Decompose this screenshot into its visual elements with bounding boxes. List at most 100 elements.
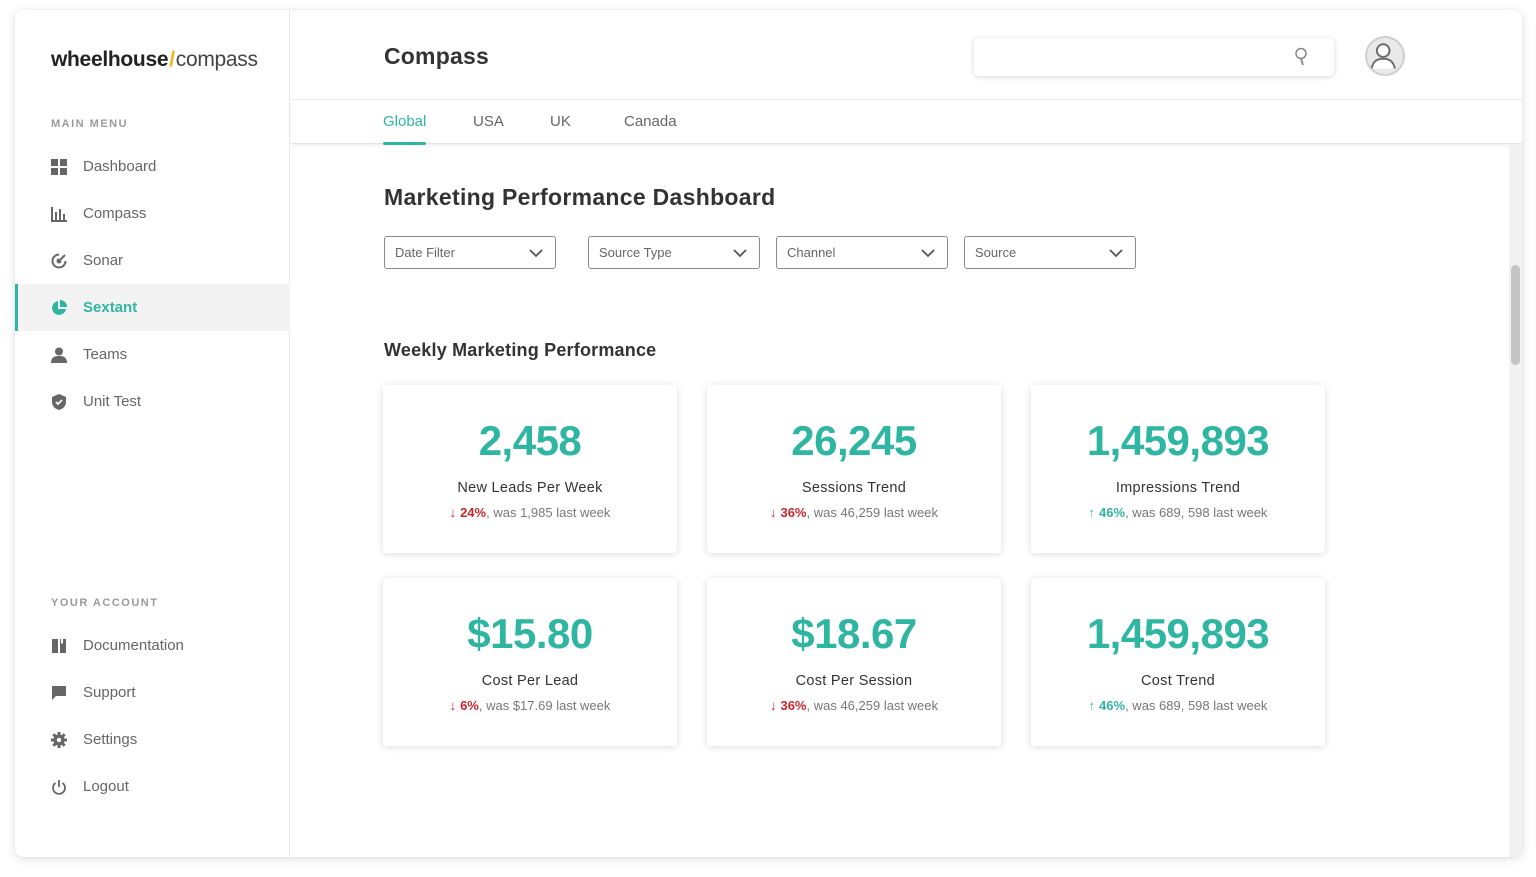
- top-header: Compass: [291, 10, 1522, 100]
- chevron-down-icon: [1109, 249, 1123, 258]
- search-icon[interactable]: [1294, 47, 1310, 67]
- gear-icon: [51, 731, 67, 748]
- metric-label: Cost Per Lead: [481, 673, 579, 689]
- source-type-select[interactable]: Source Type: [588, 236, 760, 269]
- scrollbar-thumb[interactable]: [1511, 265, 1520, 365]
- metric-value: 2,458: [478, 417, 582, 464]
- sidebar-item-label: Sextant: [83, 299, 138, 316]
- sidebar-item-support[interactable]: Support: [15, 669, 290, 716]
- chevron-down-icon: [921, 249, 935, 258]
- metric-change: ↓ 6%, was $17.69 last week: [383, 698, 677, 713]
- metric-card-impressions[interactable]: 1,459,893 Impressions Trend ↑ 46%, was 68…: [1031, 385, 1325, 553]
- metric-value: $15.80: [467, 610, 593, 657]
- shield-icon: [51, 393, 67, 410]
- change-percent: 24%: [460, 505, 487, 520]
- source-select[interactable]: Source: [964, 236, 1136, 269]
- dashboard-icon: [51, 158, 67, 175]
- tab-global[interactable]: Global: [383, 113, 427, 145]
- power-icon: [51, 779, 67, 795]
- date-filter-select[interactable]: Date Filter: [384, 236, 556, 269]
- avatar[interactable]: [1365, 36, 1405, 76]
- sidebar-item-teams[interactable]: Teams: [15, 331, 290, 378]
- sonar-icon: [51, 252, 67, 269]
- search-input[interactable]: [974, 38, 1274, 76]
- metric-label: Impressions Trend: [1115, 480, 1241, 496]
- avatar-icon: [1370, 43, 1396, 69]
- arrow-up-icon: ↑: [1088, 505, 1096, 520]
- search-box[interactable]: [974, 38, 1334, 76]
- logo[interactable]: wheelhouse/compass: [51, 48, 258, 72]
- user-icon: [51, 347, 67, 363]
- sidebar-item-sonar[interactable]: Sonar: [15, 237, 290, 284]
- metric-value: 1,459,893: [1086, 417, 1270, 464]
- change-detail: , was 689, 598 last week: [1125, 698, 1268, 713]
- change-detail: , was $17.69 last week: [478, 698, 611, 713]
- sidebar-item-logout[interactable]: Logout: [15, 763, 290, 810]
- metric-value: 1,459,893: [1086, 610, 1270, 657]
- metric-change: ↓ 36%, was 46,259 last week: [707, 505, 1001, 520]
- your-account-label: YOUR ACCOUNT: [51, 597, 159, 609]
- metric-label: Cost Trend: [1141, 673, 1215, 689]
- metric-card-cost-per-lead[interactable]: $15.80 Cost Per Lead ↓ 6%, was $17.69 las…: [383, 578, 677, 746]
- tab-uk[interactable]: UK: [550, 113, 571, 130]
- page-title: Marketing Performance Dashboard: [384, 184, 776, 210]
- filter-label: Source: [975, 245, 1017, 260]
- sidebar-item-label: Sonar: [83, 252, 124, 269]
- sidebar-item-label: Unit Test: [83, 393, 142, 410]
- change-detail: , was 46,259 last week: [806, 505, 939, 520]
- sidebar: wheelhouse/compass MAIN MENU Dashboard C…: [15, 10, 290, 857]
- metric-card-sessions[interactable]: 26,245 Sessions Trend ↓ 36%, was 46,259 l…: [707, 385, 1001, 553]
- change-percent: 6%: [460, 698, 479, 713]
- sidebar-item-unit-test[interactable]: Unit Test: [15, 378, 290, 425]
- metric-change: ↑ 46%, was 689, 598 last week: [1031, 698, 1325, 713]
- sidebar-item-label: Teams: [83, 346, 128, 363]
- sidebar-item-dashboard[interactable]: Dashboard: [15, 143, 290, 190]
- tab-usa[interactable]: USA: [473, 113, 504, 130]
- region-tabs: Global USA UK Canada: [291, 101, 1522, 145]
- change-percent: 36%: [780, 505, 807, 520]
- metric-label: Cost Per Session: [795, 673, 913, 689]
- tab-canada[interactable]: Canada: [624, 113, 677, 130]
- arrow-up-icon: ↑: [1088, 698, 1096, 713]
- metric-card-new-leads[interactable]: 2,458 New Leads Per Week ↓ 24%, was 1,985…: [383, 385, 677, 553]
- chevron-down-icon: [733, 249, 747, 258]
- change-detail: , was 1,985 last week: [486, 505, 611, 520]
- change-detail: , was 46,259 last week: [806, 698, 939, 713]
- book-icon: [51, 638, 67, 654]
- change-percent: 36%: [780, 698, 807, 713]
- metric-change: ↑ 46%, was 689, 598 last week: [1031, 505, 1325, 520]
- chat-icon: [51, 685, 67, 701]
- metric-change: ↓ 24%, was 1,985 last week: [383, 505, 677, 520]
- sidebar-item-documentation[interactable]: Documentation: [15, 622, 290, 669]
- arrow-down-icon: ↓: [769, 698, 777, 713]
- metric-card-cost-per-session[interactable]: $18.67 Cost Per Session ↓ 36%, was 46,259…: [707, 578, 1001, 746]
- metric-value: 26,245: [791, 417, 917, 464]
- filter-label: Date Filter: [395, 245, 455, 260]
- logo-slash: /: [169, 48, 175, 71]
- change-percent: 46%: [1099, 505, 1126, 520]
- scrollbar-track[interactable]: [1509, 144, 1522, 857]
- sidebar-item-sextant[interactable]: Sextant: [15, 284, 290, 331]
- filter-label: Source Type: [599, 245, 672, 260]
- sidebar-item-label: Compass: [83, 205, 147, 222]
- logo-wheelhouse: wheelhouse: [51, 48, 169, 71]
- main-menu-label: MAIN MENU: [51, 118, 129, 130]
- arrow-down-icon: ↓: [449, 698, 457, 713]
- sidebar-item-label: Support: [83, 684, 136, 701]
- metric-label: New Leads Per Week: [457, 480, 603, 496]
- sidebar-item-settings[interactable]: Settings: [15, 716, 290, 763]
- channel-select[interactable]: Channel: [776, 236, 948, 269]
- metric-card-cost-trend[interactable]: 1,459,893 Cost Trend ↑ 46%, was 689, 598 …: [1031, 578, 1325, 746]
- arrow-down-icon: ↓: [769, 505, 777, 520]
- metric-value: $18.67: [791, 610, 917, 657]
- sidebar-item-compass[interactable]: Compass: [15, 190, 290, 237]
- arrow-down-icon: ↓: [449, 505, 457, 520]
- sidebar-item-label: Settings: [83, 731, 138, 748]
- bar-chart-icon: [51, 206, 67, 222]
- app-title: Compass: [384, 43, 489, 69]
- sidebar-item-label: Dashboard: [83, 158, 157, 175]
- change-percent: 46%: [1099, 698, 1126, 713]
- section-title: Weekly Marketing Performance: [384, 340, 657, 360]
- pie-chart-icon: [51, 299, 67, 316]
- sidebar-item-label: Documentation: [83, 637, 184, 654]
